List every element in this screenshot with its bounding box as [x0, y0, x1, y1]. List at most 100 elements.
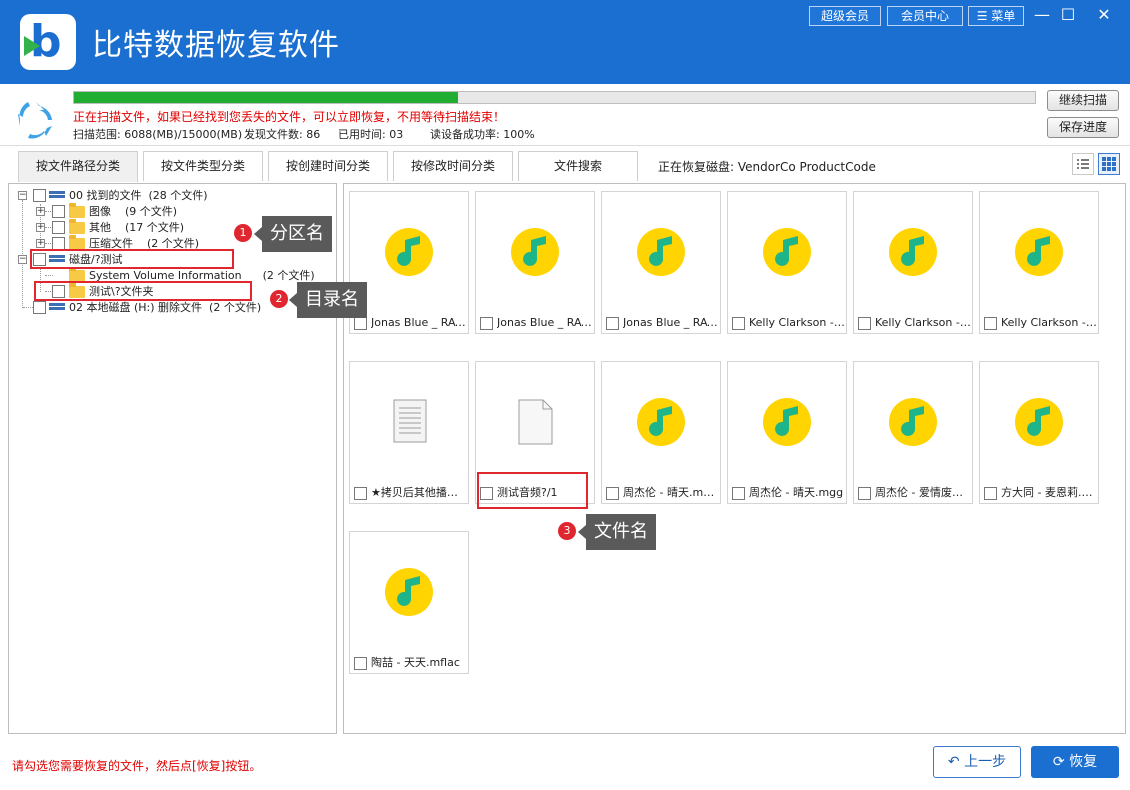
- tree-label: 其他 (17 个文件): [89, 221, 185, 234]
- bottom-hint: 请勾选您需要恢复的文件，然后点[恢复]按钮。: [12, 759, 262, 773]
- collapse-icon[interactable]: −: [18, 255, 27, 264]
- file-thumbnail[interactable]: [728, 192, 846, 312]
- file-checkbox[interactable]: [354, 487, 367, 500]
- tree-checkbox[interactable]: [33, 189, 46, 202]
- annotation-partition-name: 分区名: [254, 216, 332, 252]
- music-file-icon: [637, 228, 685, 276]
- list-view-icon: [1077, 159, 1089, 169]
- file-checkbox[interactable]: [984, 487, 997, 500]
- maximize-button[interactable]: ☐: [1054, 4, 1082, 26]
- file-card[interactable]: 周杰伦 - 晴天.mflac: [601, 361, 721, 504]
- file-card[interactable]: 周杰伦 - 爱情废柴.mflac: [853, 361, 973, 504]
- recover-button[interactable]: ⟳ 恢复: [1031, 746, 1119, 778]
- file-checkbox[interactable]: [732, 317, 745, 330]
- file-thumbnail[interactable]: [350, 532, 468, 652]
- recovering-disk-label: 正在恢复磁盘: VendorCo ProductCode: [658, 160, 876, 174]
- file-thumbnail[interactable]: [980, 362, 1098, 482]
- file-thumbnail[interactable]: [476, 362, 594, 482]
- file-thumbnail[interactable]: [350, 362, 468, 482]
- music-file-icon: [385, 228, 433, 276]
- file-footer: 周杰伦 - 晴天.mflac: [602, 483, 720, 503]
- music-file-icon: [637, 398, 685, 446]
- grid-view-button[interactable]: [1098, 153, 1120, 175]
- app-title: 比特数据恢复软件: [92, 28, 340, 63]
- file-grid-panel: Jonas Blue _ RAYE - By Your Side Jonas Bl…: [343, 183, 1126, 734]
- music-file-icon: [385, 568, 433, 616]
- annotation-directory-name: 目录名: [289, 282, 367, 318]
- expand-icon[interactable]: +: [36, 207, 45, 216]
- expand-icon[interactable]: +: [36, 239, 45, 248]
- minimize-button[interactable]: —: [1028, 4, 1056, 26]
- file-thumbnail[interactable]: [728, 362, 846, 482]
- file-thumbnail[interactable]: [350, 192, 468, 312]
- scan-progress-fill: [74, 92, 459, 103]
- tree-label: 02 本地磁盘 (H:) 删除文件 (2 个文件): [69, 301, 262, 314]
- file-thumbnail[interactable]: [602, 192, 720, 312]
- tree-checkbox[interactable]: [33, 301, 46, 314]
- menu-button[interactable]: ☰ 菜单: [968, 6, 1024, 26]
- file-checkbox[interactable]: [858, 317, 871, 330]
- file-card[interactable]: Jonas Blue _ RAYE - By Your Side: [475, 191, 595, 334]
- file-checkbox[interactable]: [984, 317, 997, 330]
- file-card[interactable]: Kelly Clarkson - Catch My Breath: [979, 191, 1099, 334]
- file-card[interactable]: ★拷贝后其他播放器: [349, 361, 469, 504]
- file-footer: Jonas Blue _ RAYE - By Your Side: [602, 313, 720, 333]
- tab-file-search[interactable]: 文件搜索: [518, 151, 638, 181]
- file-card[interactable]: Jonas Blue _ RAYE - By Your Side: [601, 191, 721, 334]
- annotation-badge-2: 2: [270, 290, 288, 308]
- file-name: 方大同 - 麦恩莉.mflac: [1001, 486, 1097, 499]
- file-card[interactable]: Kelly Clarkson - Catch My Breath: [853, 191, 973, 334]
- continue-scan-button[interactable]: 继续扫描: [1047, 90, 1119, 111]
- file-checkbox[interactable]: [354, 317, 367, 330]
- tree-item-found-files[interactable]: − 00 找到的文件 (28 个文件): [9, 188, 329, 204]
- file-card[interactable]: Jonas Blue _ RAYE - By Your Side: [349, 191, 469, 334]
- scan-progress-bar: [73, 91, 1036, 104]
- read-success-rate: 读设备成功率: 100%: [430, 128, 535, 141]
- file-checkbox[interactable]: [858, 487, 871, 500]
- file-card[interactable]: 周杰伦 - 晴天.mgg: [727, 361, 847, 504]
- elapsed-time: 已用时间: 03: [338, 128, 404, 141]
- file-checkbox[interactable]: [732, 487, 745, 500]
- tree-checkbox[interactable]: [52, 205, 65, 218]
- music-file-icon: [889, 398, 937, 446]
- tree-label: 图像 (9 个文件): [89, 205, 178, 218]
- music-file-icon: [1015, 398, 1063, 446]
- file-checkbox[interactable]: [606, 317, 619, 330]
- file-footer: Kelly Clarkson - Catch My Breath: [980, 313, 1098, 333]
- file-card[interactable]: 陶喆 - 天天.mflac: [349, 531, 469, 674]
- file-name: 周杰伦 - 晴天.mgg: [749, 486, 844, 499]
- expand-icon[interactable]: +: [36, 223, 45, 232]
- super-vip-button[interactable]: 超级会员: [809, 6, 881, 26]
- tree-checkbox[interactable]: [52, 221, 65, 234]
- previous-step-label: 上一步: [964, 754, 1007, 770]
- member-center-button[interactable]: 会员中心: [887, 6, 963, 26]
- tab-by-path[interactable]: 按文件路径分类: [18, 151, 138, 182]
- music-file-icon: [1015, 228, 1063, 276]
- file-checkbox[interactable]: [354, 657, 367, 670]
- file-checkbox[interactable]: [606, 487, 619, 500]
- file-card[interactable]: Kelly Clarkson - Catch My Breath: [727, 191, 847, 334]
- scan-status-area: 正在扫描文件，如果已经找到您丢失的文件，可以立即恢复，不用等待扫描结束！ 扫描范…: [0, 84, 1130, 146]
- file-name: ★拷贝后其他播放器: [371, 486, 467, 499]
- music-file-icon: [889, 228, 937, 276]
- file-card[interactable]: 方大同 - 麦恩莉.mflac: [979, 361, 1099, 504]
- title-bar: b 比特数据恢复软件 超级会员 会员中心 ☰ 菜单 — ☐ ✕: [0, 0, 1130, 84]
- annotation-badge-1: 1: [234, 224, 252, 242]
- file-checkbox[interactable]: [480, 317, 493, 330]
- file-thumbnail[interactable]: [854, 362, 972, 482]
- tab-by-modify-time[interactable]: 按修改时间分类: [393, 151, 513, 181]
- collapse-icon[interactable]: −: [18, 191, 27, 200]
- file-name: 周杰伦 - 爱情废柴.mflac: [875, 486, 971, 499]
- save-progress-button[interactable]: 保存进度: [1047, 117, 1119, 138]
- close-button[interactable]: ✕: [1090, 4, 1118, 26]
- previous-step-button[interactable]: ↶ 上一步: [933, 746, 1021, 778]
- list-view-button[interactable]: [1072, 153, 1094, 175]
- file-footer: 方大同 - 麦恩莉.mflac: [980, 483, 1098, 503]
- file-thumbnail[interactable]: [476, 192, 594, 312]
- file-thumbnail[interactable]: [602, 362, 720, 482]
- file-thumbnail[interactable]: [854, 192, 972, 312]
- tab-by-create-time[interactable]: 按创建时间分类: [268, 151, 388, 181]
- tab-by-type[interactable]: 按文件类型分类: [143, 151, 263, 181]
- tree-label: 00 找到的文件 (28 个文件): [69, 189, 208, 202]
- file-thumbnail[interactable]: [980, 192, 1098, 312]
